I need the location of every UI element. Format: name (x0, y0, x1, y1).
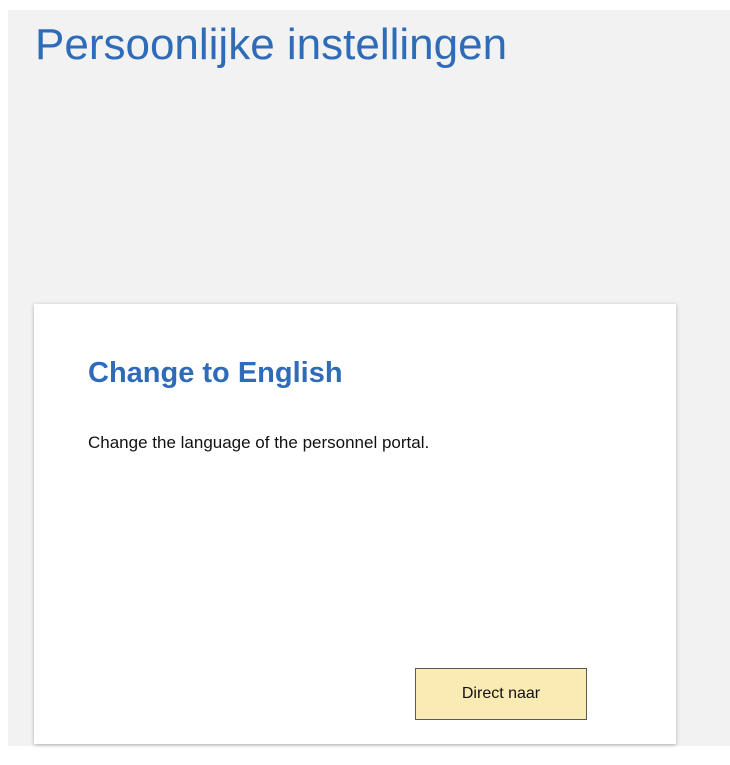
settings-panel: Persoonlijke instellingen Change to Engl… (8, 10, 730, 746)
tile-description: Change the language of the personnel por… (88, 433, 430, 452)
page-title: Persoonlijke instellingen (35, 20, 508, 69)
direct-naar-button[interactable]: Direct naar (415, 668, 587, 720)
tile-title: Change to English (88, 357, 343, 389)
language-tile: Change to English Change the language of… (34, 304, 676, 744)
